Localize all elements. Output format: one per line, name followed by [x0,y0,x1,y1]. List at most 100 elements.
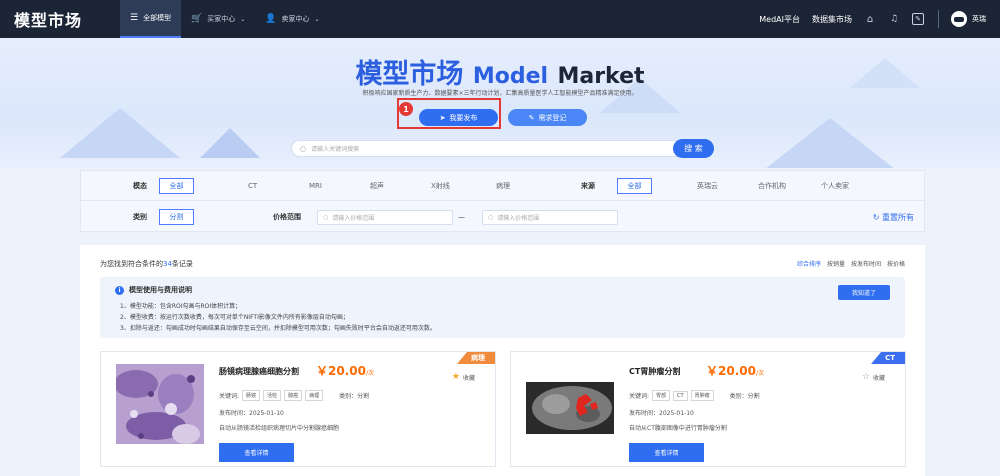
keyword-label: 关键词: [629,393,650,400]
modality-option-mri[interactable]: MRI [309,182,322,190]
acknowledge-button[interactable]: 我知道了 [838,285,890,300]
filter-row-category: 类别 分割 价格范围 ○ 请输入价格范围 — ○ 请输入价格范围 ↻ 重置所有 [81,202,926,232]
search-input[interactable]: ○ 请输入关键词搜索 [291,140,707,157]
price-value: ￥20.00 [706,364,756,378]
send-icon: ➤ [439,113,446,122]
result-count: 为您找到符合条件的34条记录 [100,259,193,269]
source-option-all[interactable]: 全部 [617,177,652,194]
info-icon: i [115,285,124,295]
modality-option-pathology[interactable]: 病理 [496,181,510,191]
nav-all-models[interactable]: ☰ 全部模型 [120,0,182,38]
usage-notice: i 模型使用与费用说明 1、模型功能：包含ROI勾画与ROI体积计算； 2、模型… [100,277,905,338]
model-title: 肠镜病理腺癌细胞分割 [219,367,299,376]
edit-icon[interactable]: ✎ [912,13,924,25]
link-dataset-market[interactable]: 数据集市场 [812,14,852,25]
result-count-suffix: 条记录 [171,260,193,268]
reset-all-label: 重置所有 [882,212,914,222]
category-text: 类别：分割 [339,393,370,400]
bell-icon[interactable]: ♫ [888,13,900,25]
source-option-partner[interactable]: 合作机构 [758,181,786,191]
refresh-icon: ↻ [872,212,880,222]
publish-button[interactable]: ➤ 我要发布 [419,109,498,126]
hero-title-cn: 模型市场 [355,59,464,90]
decor-prism [60,108,180,158]
favorite-label: 收藏 [462,374,475,382]
chevron-down-icon: ⌄ [240,15,246,23]
view-details-button[interactable]: 查看详情 [629,443,704,462]
modality-option-xray[interactable]: X射线 [431,181,450,191]
modality-option-ct[interactable]: CT [248,182,257,190]
keyword-label: 关键词: [219,393,240,400]
model-title: CT胃肿瘤分割 [629,367,681,376]
hero-title-en2: Market [557,64,645,89]
source-option-individual[interactable]: 个人卖家 [821,181,849,191]
model-description: 自动从肠镜活检组织病理切片中分割腺癌细胞 [219,425,340,432]
hero-subtitle: 积极响应国家新质生产力、数据要素×三年行动计划，汇集高质量医学人工智能模型产品精… [362,90,638,97]
price-min-input[interactable]: ○ 请输入价格范围 [317,209,453,225]
sort-price[interactable]: 按价格 [887,259,905,268]
price-unit: /次 [365,370,374,377]
category-option-segment[interactable]: 分割 [159,209,194,225]
top-right-area: MedAI平台 数据集市场 ⌂ ♫ ✎ 英瑞 [747,0,1000,38]
demand-register-label: 需求登记 [538,113,567,122]
favorite-label: 收藏 [872,374,885,382]
keyword-row: 关键词: 肠镜 活检 腺癌 病理 类别：分割 [219,390,369,401]
modality-option-all[interactable]: 全部 [159,177,194,194]
price-separator: — [458,213,465,221]
keyword-tag: 腺癌 [284,390,303,401]
search-placeholder: 请输入关键词搜索 [311,146,360,153]
modality-label: 模态 [133,181,147,190]
username[interactable]: 英瑞 [972,14,986,24]
sort-date[interactable]: 按发布时间 [851,259,881,268]
price-max-input[interactable]: ○ 请输入价格范围 [482,209,618,225]
nav-seller-center[interactable]: 👤 卖家中心 ⌄ [255,0,329,38]
category-label: 类别 [133,213,147,221]
model-thumbnail [526,364,614,444]
sort-default[interactable]: 综合排序 [797,259,821,268]
notice-title: i 模型使用与费用说明 [115,285,192,295]
hero-title: 模型市场 Model Market [0,52,1000,91]
link-medai[interactable]: MedAI平台 [759,14,800,25]
notice-line: 1、模型功能：包含ROI勾画与ROI体积计算； [120,303,242,310]
star-outline-icon: ☆ [861,372,870,382]
price-unit: /次 [755,370,764,377]
modality-corner-tag: 病理 [457,352,495,364]
search-icon: ○ [300,144,307,153]
nav-buyer-center[interactable]: 🛒 买家中心 ⌄ [181,0,255,38]
search-button[interactable]: 搜 索 [673,139,714,158]
demand-register-button[interactable]: ✎ 需求登记 [508,109,587,126]
keyword-tag: CT [673,390,688,401]
user-icon: 👤 [265,14,277,24]
source-label: 来源 [581,181,595,190]
keyword-tag: 胃肿瘤 [690,390,714,401]
home-icon[interactable]: ⌂ [864,13,876,25]
filter-row-modality: 模态 全部 CT MRI 超声 X射线 病理 来源 全部 英瑞云 合作机构 个人… [81,171,926,201]
price-range-label: 价格范围 [273,213,301,221]
star-filled-icon: ★ [451,372,460,382]
step-badge: 1 [399,102,413,116]
view-details-button[interactable]: 查看详情 [219,443,294,462]
top-navbar: 模型市场 ☰ 全部模型 🛒 买家中心 ⌄ 👤 卖家中心 ⌄ MedAI平台 数据… [0,0,1000,38]
search-icon: ○ [323,213,329,221]
category-text: 类别：分割 [729,393,760,400]
keyword-row: 关键词: 胃部 CT 胃肿瘤 类别：分割 [629,390,760,401]
avatar[interactable] [951,11,967,27]
model-price: ￥20.00/次 [706,362,764,379]
reset-all-button[interactable]: ↻ 重置所有 [873,212,914,223]
modality-option-ultrasound[interactable]: 超声 [370,181,384,191]
nav-seller-center-label: 卖家中心 [281,15,310,23]
favorite-button[interactable]: ★ 收藏 [452,372,475,382]
favorite-button[interactable]: ☆ 收藏 [862,372,885,382]
hero-title-en1: Model [472,64,549,89]
brand-title[interactable]: 模型市场 [14,7,120,31]
model-card[interactable]: CT CT胃肿瘤分割 ￥20.00/次 ☆ 收藏 关键词: 胃部 CT 胃肿瘤 类… [510,351,906,467]
cart-icon: 🛒 [191,14,203,24]
decor-prism [200,128,260,158]
result-count-prefix: 为您找到符合条件的 [100,260,163,268]
notice-title-text: 模型使用与费用说明 [129,286,192,294]
sort-sales[interactable]: 按销量 [827,259,845,268]
nav-all-models-label: 全部模型 [143,14,172,22]
model-card[interactable]: 病理 肠镜病理腺癌细胞分割 ￥20.00/次 ★ 收藏 关键词: 肠镜 活检 腺癌… [100,351,496,467]
grid-icon: ☰ [130,13,139,23]
source-option-yingrui[interactable]: 英瑞云 [697,181,718,191]
